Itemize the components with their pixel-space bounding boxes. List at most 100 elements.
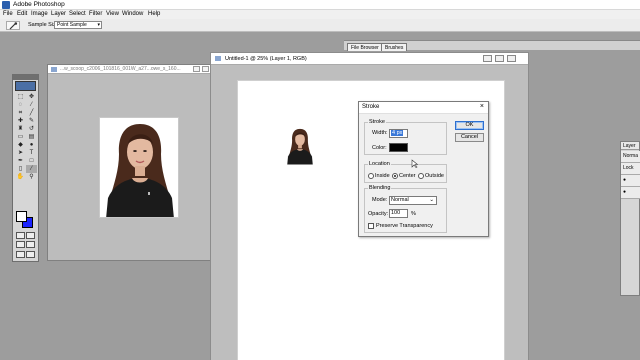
menu-file[interactable]: File [3,11,13,17]
tool-grid: ⬚ ✥ ◌ ⁄ ⌗ ╱ ✚ ✎ ♜ ↺ ▭ ▤ ◆ ● ➤ T ✒ □ ▯ ⁄ … [15,93,37,181]
layers-panel: Layer Norma Lock ● ● [620,141,640,296]
pen-tool-icon[interactable]: ✒ [15,157,26,165]
brush-tool-icon[interactable]: ✎ [26,117,37,125]
gradient-tool-icon[interactable]: ▤ [26,133,37,141]
screen-mode-standard-icon[interactable] [16,241,25,248]
eye-icon[interactable]: ● [623,177,626,183]
minimize-button[interactable] [193,66,200,72]
menu-select[interactable]: Select [69,11,86,17]
maximize-button[interactable] [202,66,209,72]
opacity-input[interactable]: 100 [389,209,408,218]
jump-to-imageready-icon[interactable] [16,251,25,258]
eye-icon[interactable]: ● [623,189,626,195]
menu-help[interactable]: Help [148,11,160,17]
dialog-titlebar[interactable]: Stroke × [359,102,488,114]
notes-tool-icon[interactable]: ▯ [15,165,26,173]
mouse-cursor-icon [411,159,418,168]
layers-panel-title[interactable]: Layer [621,142,639,150]
adobe-logo-icon[interactable] [15,81,36,91]
location-outside-radio[interactable] [418,173,424,179]
eyedropper-tool-preset[interactable] [6,21,20,30]
close-button[interactable] [507,55,516,62]
quick-mask-icon[interactable] [26,232,35,239]
maximize-button[interactable] [495,55,504,62]
document-titlebar[interactable]: Untitled-1 @ 25% (Layer 1, RGB) [211,53,528,65]
menu-window[interactable]: Window [122,11,143,17]
menu-bar: File Edit Image Layer Select Filter View… [0,10,640,19]
layer-row[interactable]: ● [621,175,640,187]
cancel-button[interactable]: Cancel [455,133,484,142]
slice-tool-icon[interactable]: ╱ [26,109,37,117]
chevron-down-icon: ▾ [97,22,100,28]
type-tool-icon[interactable]: T [26,149,37,157]
close-icon[interactable]: × [480,103,484,110]
width-label: Width: [372,130,388,136]
path-selection-tool-icon[interactable]: ➤ [15,149,26,157]
menu-filter[interactable]: Filter [89,11,102,17]
shape-tool-icon[interactable]: □ [26,157,37,165]
mode-value: Normal [391,197,409,203]
eyedropper-tool-icon[interactable]: ⁄ [26,165,37,173]
ok-button[interactable]: OK [455,121,484,130]
toolbox-titlebar[interactable] [13,75,38,80]
width-value: 4 px [391,130,404,136]
jump-to-app-icon[interactable] [26,251,35,258]
move-tool-icon[interactable]: ✥ [26,93,37,101]
minimize-button[interactable] [483,55,492,62]
opacity-unit: % [411,211,416,217]
color-label: Color: [372,145,387,151]
hand-tool-icon[interactable]: ✋ [15,173,26,181]
stroke-dialog: Stroke × Stroke Width: 4 px Color: Locat… [358,101,489,237]
document-titlebar[interactable]: ...w_scoop_c2006_101816_001W_a27...owe_s… [48,65,211,74]
preserve-transparency-checkbox[interactable] [368,223,374,229]
location-inside-label: Inside [375,173,390,179]
location-group-label: Location [368,161,391,167]
jump-to-buttons [16,251,36,258]
document-title: ...w_scoop_c2006_101816_001W_a27...owe_s… [60,66,181,72]
location-outside-label: Outside [425,173,444,179]
history-brush-tool-icon[interactable]: ↺ [26,125,37,133]
blend-mode-select[interactable]: Norma [621,151,640,163]
blur-tool-icon[interactable]: ◆ [15,141,26,149]
menu-view[interactable]: View [106,11,119,17]
toolbox: ⬚ ✥ ◌ ⁄ ⌗ ╱ ✚ ✎ ♜ ↺ ▭ ▤ ◆ ● ➤ T ✒ □ ▯ ⁄ … [12,74,39,262]
sample-size-select[interactable]: Point Sample ▾ [54,21,102,29]
eraser-tool-icon[interactable]: ▭ [15,133,26,141]
marquee-tool-icon[interactable]: ⬚ [15,93,26,101]
document-title: Untitled-1 @ 25% (Layer 1, RGB) [225,56,307,62]
blending-group-label: Blending [368,185,392,191]
standard-mode-icon[interactable] [16,232,25,239]
lasso-tool-icon[interactable]: ◌ [15,101,26,109]
portrait-photo-small[interactable] [285,126,315,165]
location-inside-radio[interactable] [368,173,374,179]
mode-label: Mode: [372,197,388,203]
screen-mode-buttons [16,241,36,248]
magic-wand-tool-icon[interactable]: ⁄ [26,101,37,109]
dialog-title: Stroke [362,104,380,110]
zoom-tool-icon[interactable]: ⚲ [26,173,37,181]
eyedropper-icon [9,22,18,30]
layer-row[interactable]: ● [621,187,640,199]
clone-stamp-tool-icon[interactable]: ♜ [15,125,26,133]
mode-select[interactable]: Normal ⌄ [389,196,437,205]
location-center-label: Center [399,173,416,179]
tab-brushes[interactable]: Brushes [381,43,408,51]
foreground-color-swatch[interactable] [16,211,27,222]
document-window-photo: ...w_scoop_c2006_101816_001W_a27...owe_s… [47,64,212,261]
stroke-color-swatch[interactable] [389,143,408,152]
menu-layer[interactable]: Layer [51,11,66,17]
screen-mode-full-icon[interactable] [26,241,35,248]
healing-brush-tool-icon[interactable]: ✚ [15,117,26,125]
opacity-value: 100 [391,210,401,216]
location-center-radio[interactable] [392,173,398,179]
options-bar: Sample Size: Point Sample ▾ File Browser… [0,19,640,51]
dodge-tool-icon[interactable]: ● [26,141,37,149]
document-icon [51,67,57,72]
chevron-down-icon: ⌄ [429,197,434,203]
tab-file-browser[interactable]: File Browser [347,43,383,51]
document-icon [215,56,221,61]
width-input[interactable]: 4 px [389,129,408,138]
crop-tool-icon[interactable]: ⌗ [15,109,26,117]
menu-image[interactable]: Image [31,11,48,17]
menu-edit[interactable]: Edit [17,11,27,17]
